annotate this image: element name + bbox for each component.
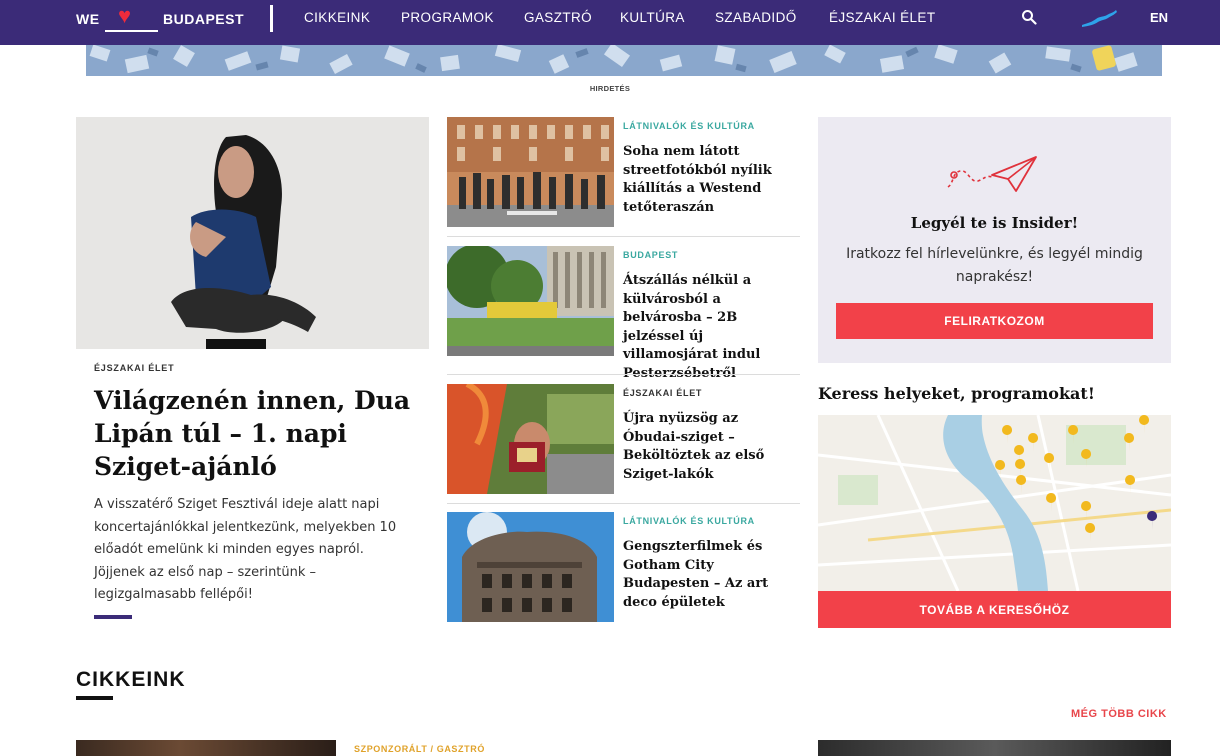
nav-item-ejszakai-elet[interactable]: ÉJSZAKAI ÉLET [829, 10, 935, 25]
article-category[interactable]: SZPONZORÁLT / GASZTRÓ [354, 744, 485, 754]
nav-item-cikkeink[interactable]: CIKKEINK [304, 10, 370, 25]
go-to-search-button[interactable]: TOVÁBB A KERESŐHÖZ [818, 591, 1171, 628]
article-separator [447, 236, 800, 237]
article-image[interactable] [447, 117, 614, 227]
nav-item-kultura[interactable]: KULTÚRA [620, 10, 685, 25]
logo-word-budapest: BUDAPEST [163, 11, 245, 27]
places-map[interactable] [818, 415, 1171, 591]
section-title: CIKKEINK [76, 668, 186, 691]
language-switch[interactable]: EN [1150, 10, 1168, 25]
article-image[interactable] [447, 246, 614, 356]
article-category[interactable]: LÁTNIVALÓK ÉS KULTÚRA [623, 121, 755, 131]
logo-underline [105, 30, 158, 32]
nav-item-szabadido[interactable]: SZABADIDŐ [715, 10, 797, 25]
article-separator [447, 374, 800, 375]
article-title[interactable]: Átszállás nélkül a külvárosból a belváro… [623, 272, 798, 383]
site-logo[interactable]: WE ♥ BUDAPEST [76, 3, 246, 35]
search-icon[interactable] [1021, 9, 1037, 25]
article-separator [447, 503, 800, 504]
article-card[interactable]: LÁTNIVALÓK ÉS KULTÚRA Soha nem látott st… [447, 117, 800, 227]
map-search-heading: Keress helyeket, programokat! [818, 384, 1095, 403]
article-title[interactable]: Soha nem látott streetfotókból nyílik ki… [623, 143, 798, 217]
top-navigation: WE ♥ BUDAPEST CIKKEINK PROGRAMOK GASZTRÓ… [0, 0, 1220, 45]
ad-banner[interactable] [86, 45, 1162, 76]
nav-divider [270, 5, 273, 32]
subscribe-button[interactable]: FELIRATKOZOM [836, 303, 1153, 339]
featured-article-image[interactable] [76, 117, 429, 349]
article-card[interactable]: BUDAPEST Átszállás nélkül a külvárosból … [447, 246, 800, 381]
newsletter-title: Legyél te is Insider! [910, 214, 1079, 232]
logo-word-we: WE [76, 11, 100, 27]
article-image[interactable] [818, 740, 1171, 756]
article-category[interactable]: ÉJSZAKAI ÉLET [623, 388, 702, 398]
featured-excerpt: A visszatérő Sziget Fesztivál ideje alat… [94, 497, 397, 602]
heart-icon: ♥ [118, 3, 132, 28]
article-card[interactable]: ÉJSZAKAI ÉLET Újra nyüzsög az Óbudai-szi… [447, 384, 800, 494]
featured-title[interactable]: Világzenén innen, Dua Lipán túl – 1. nap… [94, 384, 414, 483]
budapest-map-icon[interactable] [1080, 7, 1120, 29]
article-image[interactable] [447, 512, 614, 622]
article-image[interactable] [76, 740, 336, 756]
article-category[interactable]: BUDAPEST [623, 250, 678, 260]
newsletter-box: Legyél te is Insider! Iratkozz fel hírle… [818, 117, 1171, 363]
newsletter-text: Iratkozz fel hírlevelünkre, és legyél mi… [846, 246, 1143, 285]
article-category[interactable]: LÁTNIVALÓK ÉS KULTÚRA [623, 516, 755, 526]
ad-label: HIRDETÉS [589, 84, 631, 93]
featured-category[interactable]: ÉJSZAKAI ÉLET [94, 363, 174, 373]
article-card[interactable]: LÁTNIVALÓK ÉS KULTÚRA Gengszterfilmek és… [447, 512, 800, 622]
article-image[interactable] [447, 384, 614, 494]
featured-accent-bar [94, 615, 132, 619]
section-accent-bar [76, 696, 113, 700]
article-title[interactable]: Gengszterfilmek és Gotham City Budapeste… [623, 538, 798, 612]
nav-item-programok[interactable]: PROGRAMOK [401, 10, 494, 25]
article-title[interactable]: Újra nyüzsög az Óbudai-sziget – Beköltöz… [623, 410, 798, 484]
paper-plane-icon [947, 156, 1037, 192]
nav-item-gasztro[interactable]: GASZTRÓ [524, 10, 592, 25]
more-articles-link[interactable]: MÉG TÖBB CIKK [1071, 708, 1167, 720]
